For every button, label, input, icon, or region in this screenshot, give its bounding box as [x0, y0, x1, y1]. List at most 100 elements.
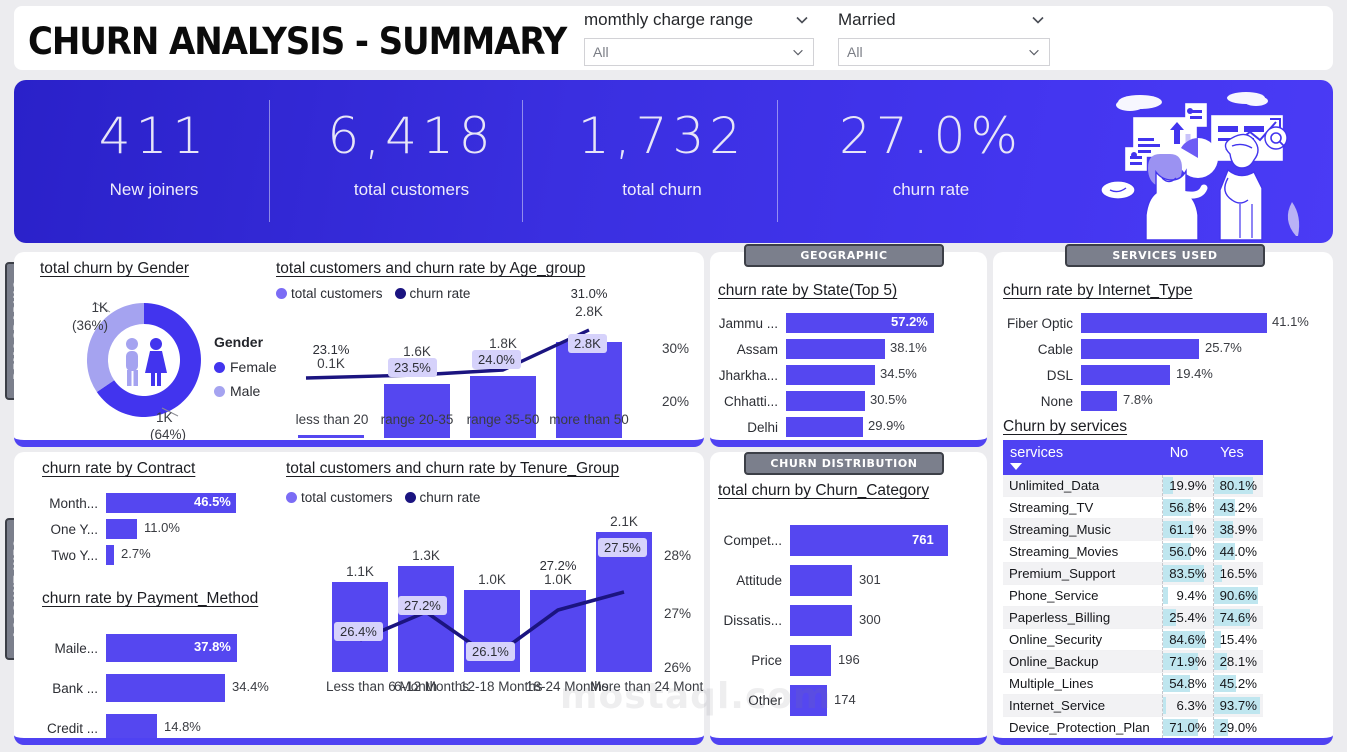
hbar-row[interactable]: Bank ... 34.4%: [42, 668, 288, 708]
hbar-category: Compet...: [723, 532, 782, 548]
sort-descending-icon[interactable]: [1010, 463, 1022, 470]
hbar-category: One Y...: [50, 521, 98, 537]
hbar-row[interactable]: Jammu ... 57.2%: [714, 310, 976, 336]
cell-yes: 43.2%: [1212, 496, 1263, 519]
hbar-row[interactable]: Attitude 301: [714, 560, 982, 600]
hbar-row[interactable]: Price 196: [714, 640, 982, 680]
ytick-26: 26%: [664, 660, 692, 675]
age-group-combo-chart[interactable]: 0.1K 1.6K 1.8K 2.8K 23.1% 23.5% 24.0% 31…: [276, 286, 696, 438]
legend-label: total customers: [301, 490, 393, 505]
hbar-fill[interactable]: [106, 519, 137, 539]
hbar-row[interactable]: DSL 19.4%: [997, 362, 1327, 388]
hbar-row[interactable]: One Y... 11.0%: [42, 516, 272, 542]
chevron-down-icon[interactable]: [1027, 45, 1041, 59]
gender-donut-chart[interactable]: [70, 296, 218, 424]
hbar-row[interactable]: Two Y... 2.7%: [42, 542, 272, 568]
xtick-3: 18-24 Months: [526, 679, 609, 694]
table-row[interactable]: Unlimited_Data 19.9% 80.1%: [1003, 475, 1263, 497]
hbar-row[interactable]: Compet... 761: [714, 520, 982, 560]
kpi-label: total customers: [353, 180, 470, 199]
table-row[interactable]: Internet_Service 6.3% 93.7%: [1003, 694, 1263, 717]
cell-no: 71.0%: [1162, 716, 1214, 738]
hbar-fill[interactable]: [790, 564, 852, 596]
section-tab-geographic[interactable]: GEOGRAPHIC: [744, 244, 944, 267]
chart-title-age-group: total customers and churn rate by Age_gr…: [276, 260, 586, 277]
legend-item-churn-rate[interactable]: churn rate: [404, 490, 480, 505]
table-row[interactable]: Premium_Support 83.5% 16.5%: [1003, 562, 1263, 585]
chevron-down-icon[interactable]: [1030, 12, 1046, 28]
slicer-value-box[interactable]: All: [584, 38, 814, 66]
legend-item-female[interactable]: Female: [214, 359, 277, 375]
hbar-row[interactable]: Credit ... 14.8%: [42, 708, 288, 738]
state-bar-chart[interactable]: Jammu ... 57.2% Assam 38.1% Jharkha... 3…: [714, 310, 976, 440]
cell-no: 84.6%: [1162, 628, 1214, 651]
table-row[interactable]: Streaming_Movies 56.0% 44.0%: [1003, 540, 1263, 563]
chevron-down-icon[interactable]: [791, 45, 805, 59]
hbar-fill[interactable]: [786, 365, 875, 385]
kpi-label: New joiners: [109, 180, 199, 199]
table-row[interactable]: Paperless_Billing 25.4% 74.6%: [1003, 606, 1263, 629]
hbar-row[interactable]: Chhatti... 30.5%: [714, 388, 976, 414]
contract-bar-chart[interactable]: Month... 46.5% One Y... 11.0% Two Y... 2…: [42, 490, 272, 568]
cell-yes: 93.7%: [1212, 694, 1263, 717]
hbar-row[interactable]: Assam 38.1%: [714, 336, 976, 362]
slicer-married[interactable]: Married All: [838, 10, 1050, 66]
chevron-down-icon[interactable]: [794, 12, 810, 28]
hbar-row[interactable]: Fiber Optic 41.1%: [997, 310, 1327, 336]
section-tab-services-used[interactable]: SERVICES USED: [1065, 244, 1265, 267]
legend-item-male[interactable]: Male: [214, 383, 277, 399]
data-bar: [1163, 587, 1168, 604]
legend-item-total-customers[interactable]: total customers: [276, 286, 383, 301]
cell-no: 71.9%: [1162, 650, 1214, 673]
hbar-row[interactable]: Other 174: [714, 680, 982, 720]
legend-item-churn-rate[interactable]: churn rate: [394, 286, 470, 301]
hbar-row[interactable]: Dissatis... 300: [714, 600, 982, 640]
hbar-fill[interactable]: [106, 674, 225, 702]
chart-title-internet-type: churn rate by Internet_Type: [1003, 282, 1193, 299]
hbar-fill[interactable]: [786, 417, 863, 437]
tenure-combo-chart[interactable]: 1.1K 1.3K 1.0K 1.0K 2.1K 26.4% 27.2% 26.…: [286, 514, 704, 728]
column-header-services[interactable]: services: [1003, 440, 1163, 475]
hbar-row[interactable]: Jharkha... 34.5%: [714, 362, 976, 388]
hbar-row[interactable]: Maile... 37.8%: [42, 628, 288, 668]
hbar-fill[interactable]: [1081, 313, 1267, 333]
cell-yes: 45.2%: [1212, 672, 1263, 695]
table-row[interactable]: Streaming_TV 56.8% 43.2%: [1003, 496, 1263, 519]
hbar-fill[interactable]: [786, 391, 865, 411]
section-tab-churn-distribution[interactable]: CHURN DISTRIBUTION: [744, 452, 944, 475]
table-row[interactable]: Online_Backup 71.9% 28.1%: [1003, 650, 1263, 673]
table-row[interactable]: Device_Protection_Plan 71.0% 29.0%: [1003, 716, 1263, 738]
cell-service: Unlimited_Data: [1003, 475, 1163, 497]
hbar-row[interactable]: Delhi 29.9%: [714, 414, 976, 440]
slicer-value-box[interactable]: All: [838, 38, 1050, 66]
table-row[interactable]: Phone_Service 9.4% 90.6%: [1003, 584, 1263, 607]
hbar-fill[interactable]: [106, 545, 114, 565]
payment-method-bar-chart[interactable]: Maile... 37.8% Bank ... 34.4% Credit ...…: [42, 628, 288, 738]
table-row[interactable]: Multiple_Lines 54.8% 45.2%: [1003, 672, 1263, 695]
hbar-category: None: [1040, 393, 1073, 409]
internet-type-bar-chart[interactable]: Fiber Optic 41.1% Cable 25.7% DSL 19.4% …: [997, 310, 1327, 414]
table-row[interactable]: Streaming_Music 61.1% 38.9%: [1003, 518, 1263, 541]
hbar-fill[interactable]: [1081, 365, 1170, 385]
cell-service: Multiple_Lines: [1003, 672, 1163, 695]
hbar-row[interactable]: Month... 46.5%: [42, 490, 272, 516]
hbar-fill[interactable]: [1081, 391, 1117, 411]
churn-category-bar-chart[interactable]: Compet... 761 Attitude 301 Dissatis... 3…: [714, 520, 982, 720]
column-header-yes[interactable]: Yes: [1213, 440, 1263, 475]
table-row[interactable]: Online_Security 84.6% 15.4%: [1003, 628, 1263, 651]
hbar-fill[interactable]: [106, 714, 157, 738]
churn-by-services-table[interactable]: services No Yes Unlimited_Data 19.9% 80.1%…: [1003, 440, 1263, 738]
hbar-row[interactable]: Cable 25.7%: [997, 336, 1327, 362]
column-header-no[interactable]: No: [1162, 440, 1214, 475]
hbar-fill[interactable]: [790, 644, 831, 676]
legend-item-total-customers[interactable]: total customers: [286, 490, 393, 505]
hbar-fill[interactable]: [790, 604, 852, 636]
hbar-fill[interactable]: [1081, 339, 1199, 359]
hbar-value: 34.4%: [232, 679, 269, 694]
hbar-fill[interactable]: [786, 339, 885, 359]
line-label-1: 27.2%: [398, 596, 447, 615]
hbar-row[interactable]: None 7.8%: [997, 388, 1327, 414]
gender-label-male-value: 1K: [91, 300, 108, 315]
hbar-fill[interactable]: [790, 684, 827, 716]
slicer-monthly-charge-range[interactable]: momthly charge range All: [584, 10, 814, 66]
